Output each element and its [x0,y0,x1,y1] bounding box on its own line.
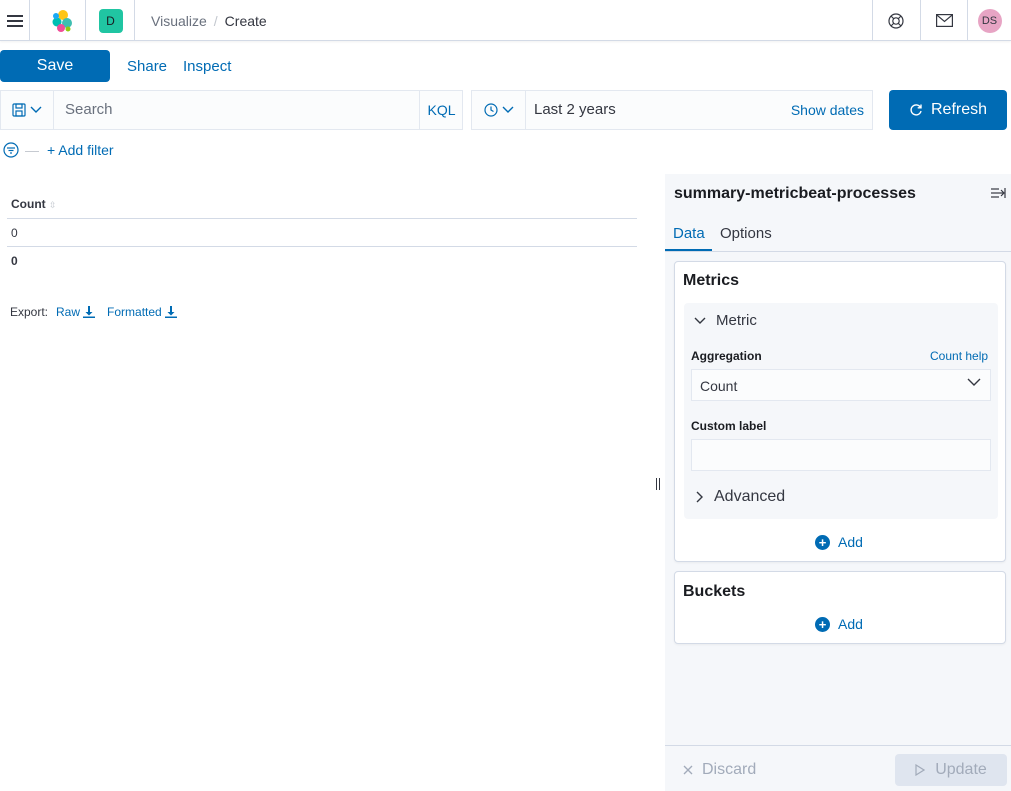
custom-label-input[interactable] [691,439,991,471]
aggregation-label: Aggregation [691,349,762,363]
quick-menu-button[interactable] [472,91,526,129]
chevron-down-icon [502,106,513,113]
time-range-value: Last 2 years [534,101,616,118]
metric-label: Metric [716,312,757,329]
chevron-down-icon [30,106,42,113]
active-tab-indicator [665,249,712,251]
breadcrumb-separator: / [213,12,218,29]
resize-handle[interactable] [656,478,662,491]
saved-query-button[interactable] [1,91,54,129]
breadcrumb-visualize[interactable]: Visualize [151,13,207,29]
export-formatted-link[interactable]: Formatted [107,305,177,319]
export-bar: Export: Raw Formatted [10,305,177,319]
metric-aggregation: Metric Aggregation Count help Count Cust… [684,303,998,519]
discard-button[interactable]: Discard [683,761,756,779]
column-header-count[interactable]: Count [11,197,46,211]
clock-icon [483,103,498,117]
custom-label-label: Custom label [691,419,767,433]
index-pattern-title: summary-metricbeat-processes [674,185,916,202]
count-help-link[interactable]: Count help [930,349,988,363]
tab-data[interactable]: Data [673,225,705,242]
show-dates-button[interactable]: Show dates [791,102,864,118]
plus-circle-icon: + [815,534,830,550]
download-icon [164,306,177,318]
query-bar: Search KQL [0,90,463,130]
filter-bar: — + Add filter [0,140,114,160]
sidebar-footer: Discard Update [665,745,1011,791]
refresh-label: Refresh [930,101,988,118]
chevron-down-icon [967,378,981,386]
export-label: Export: [10,305,49,319]
global-header: D Visualize / Create DS [0,0,1011,41]
search-input[interactable]: Search [65,101,113,118]
buckets-panel: Buckets + Add [674,571,1006,644]
chevron-down-icon [694,317,706,324]
user-avatar: DS [977,8,1002,33]
space-avatar: D [98,8,123,33]
table-header[interactable]: Count ⇳ [7,197,637,219]
help-icon [888,12,904,29]
close-icon [683,765,693,775]
export-raw-link[interactable]: Raw [56,305,96,319]
add-filter-button[interactable]: + Add filter [47,142,114,158]
filter-divider: — [25,142,39,158]
plus-circle-icon: + [815,616,830,632]
table-row: 0 [7,219,637,247]
export-formatted-label: Formatted [107,305,162,319]
add-metric-button[interactable]: + Add [815,534,863,550]
user-menu-button[interactable]: DS [967,0,1011,41]
editor-sidebar: summary-metricbeat-processes Data Option… [665,174,1011,791]
menu-button[interactable] [0,0,30,41]
share-link[interactable]: Share [127,58,167,75]
metrics-title: Metrics [683,272,740,289]
refresh-button[interactable]: Refresh [889,90,1007,130]
metric-accordion-toggle[interactable]: Metric [694,312,757,329]
table-total: 0 [11,254,18,268]
play-icon [915,764,926,776]
update-label: Update [935,761,987,778]
save-button[interactable]: Save [0,50,110,82]
breadcrumb-create: Create [224,12,267,29]
advanced-toggle[interactable]: Advanced [696,488,785,506]
date-picker: Last 2 years Show dates [471,90,873,130]
space-selector[interactable]: D [87,0,135,41]
sidebar-tabs: Data Options [665,218,1011,252]
buckets-title: Buckets [683,583,746,600]
elastic-logo-icon [52,9,72,32]
add-bucket-label: Add [838,616,863,632]
save-icon [12,103,26,117]
aggregation-value: Count [700,378,738,394]
sort-icon[interactable]: ⇳ [49,200,57,210]
filter-icon[interactable] [3,142,19,158]
chevron-right-icon [696,491,703,503]
download-icon [83,306,96,318]
export-raw-label: Raw [56,305,81,319]
home-link[interactable] [38,0,86,41]
breadcrumb: Visualize / Create [151,0,267,41]
discard-label: Discard [702,761,757,778]
inspect-link[interactable]: Inspect [183,58,231,75]
add-bucket-button[interactable]: + Add [815,616,863,632]
help-button[interactable] [872,0,919,41]
tab-options[interactable]: Options [720,225,772,242]
query-language-button[interactable]: KQL [419,91,463,129]
collapse-sidebar-icon[interactable] [990,187,1006,199]
add-metric-label: Add [838,534,863,550]
metrics-panel: Metrics Metric Aggregation Count help Co… [674,261,1006,562]
aggregation-select[interactable]: Count [691,369,991,401]
refresh-icon [910,104,922,116]
menu-icon [6,14,23,27]
mail-icon [935,14,953,27]
update-button[interactable]: Update [895,754,1007,786]
news-feed-button[interactable] [920,0,967,41]
advanced-label: Advanced [714,488,786,505]
visualization-canvas: Count ⇳ 0 0 Export: Raw Formatted [0,174,653,791]
